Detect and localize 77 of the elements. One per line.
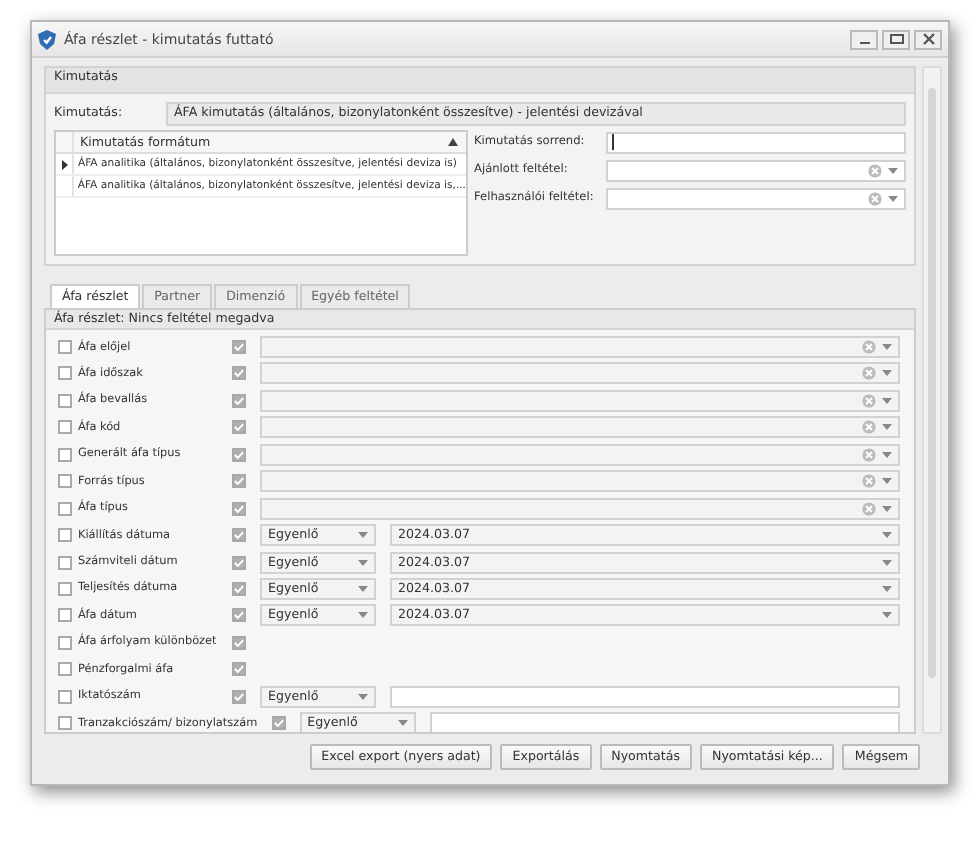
text-field[interactable] (390, 685, 900, 708)
checkbox[interactable] (58, 689, 72, 704)
scrollbar[interactable] (922, 66, 942, 734)
checkbox[interactable] (232, 393, 246, 408)
checkbox[interactable] (232, 420, 246, 435)
caret-icon (882, 612, 892, 619)
shield-icon (38, 29, 56, 49)
caret-icon (882, 585, 892, 592)
dropdown-field[interactable] (260, 389, 900, 412)
caret-icon (358, 532, 368, 539)
close-button[interactable] (914, 29, 942, 49)
dropdown-field[interactable] (260, 362, 900, 385)
text-field[interactable] (429, 712, 900, 732)
caret-icon (358, 559, 368, 565)
dropdown-field[interactable] (260, 336, 900, 358)
clear-icon (868, 191, 882, 205)
checkbox[interactable] (58, 608, 72, 623)
clear-icon (862, 447, 876, 462)
maximize-button[interactable] (882, 29, 910, 49)
minimize-button[interactable] (850, 29, 878, 49)
checkbox[interactable] (58, 447, 72, 462)
clear-icon (862, 393, 876, 408)
caret-icon (397, 720, 408, 727)
text-field[interactable] (606, 131, 906, 153)
checkbox[interactable] (271, 716, 286, 731)
checkbox[interactable] (232, 528, 246, 543)
dropdown-field[interactable] (606, 187, 906, 209)
checkbox[interactable] (232, 501, 246, 516)
checkbox[interactable] (58, 555, 72, 569)
caret-icon (882, 344, 892, 350)
clear-icon (868, 163, 882, 177)
clear-icon (862, 474, 876, 489)
checkbox[interactable] (232, 340, 246, 354)
checkbox[interactable] (58, 716, 72, 731)
dropdown-field[interactable] (260, 497, 900, 520)
checkbox[interactable] (58, 662, 72, 677)
checkbox[interactable] (232, 366, 246, 381)
dropdown-field[interactable] (260, 416, 900, 439)
checkbox[interactable] (58, 501, 72, 516)
clear-icon (862, 340, 876, 354)
clear-icon (862, 366, 876, 381)
checkbox[interactable] (58, 528, 72, 543)
caret-icon (882, 397, 892, 404)
caret-icon (358, 585, 368, 592)
caret-icon (888, 195, 898, 201)
checkbox[interactable] (232, 635, 246, 650)
checkbox[interactable] (232, 555, 246, 569)
checkbox[interactable] (232, 662, 246, 677)
caret-icon (882, 370, 892, 377)
checkbox[interactable] (58, 581, 72, 596)
checkbox[interactable] (232, 474, 246, 489)
caret-icon (882, 451, 892, 458)
checkbox[interactable] (58, 635, 72, 650)
caret-icon (882, 532, 892, 539)
caret-icon (882, 505, 892, 512)
clear-icon (862, 420, 876, 435)
sort-icon (448, 138, 458, 146)
checkbox[interactable] (232, 581, 246, 596)
clear-icon (862, 501, 876, 516)
checkbox[interactable] (58, 474, 72, 489)
caret-icon (882, 559, 892, 565)
dropdown-field[interactable] (260, 470, 900, 493)
caret-icon (882, 424, 892, 431)
close-icon (921, 32, 935, 46)
checkbox[interactable] (232, 608, 246, 623)
dropdown-field[interactable] (260, 443, 900, 466)
caret-icon (888, 167, 898, 173)
caret-icon (358, 612, 368, 619)
checkbox[interactable] (58, 366, 72, 381)
checkbox[interactable] (58, 420, 72, 435)
caret-icon (358, 693, 368, 700)
checkbox[interactable] (58, 393, 72, 408)
checkbox[interactable] (58, 340, 72, 354)
caret-icon (882, 478, 892, 485)
checkbox[interactable] (232, 447, 246, 462)
dropdown-field[interactable] (606, 159, 906, 181)
checkbox[interactable] (232, 689, 246, 704)
